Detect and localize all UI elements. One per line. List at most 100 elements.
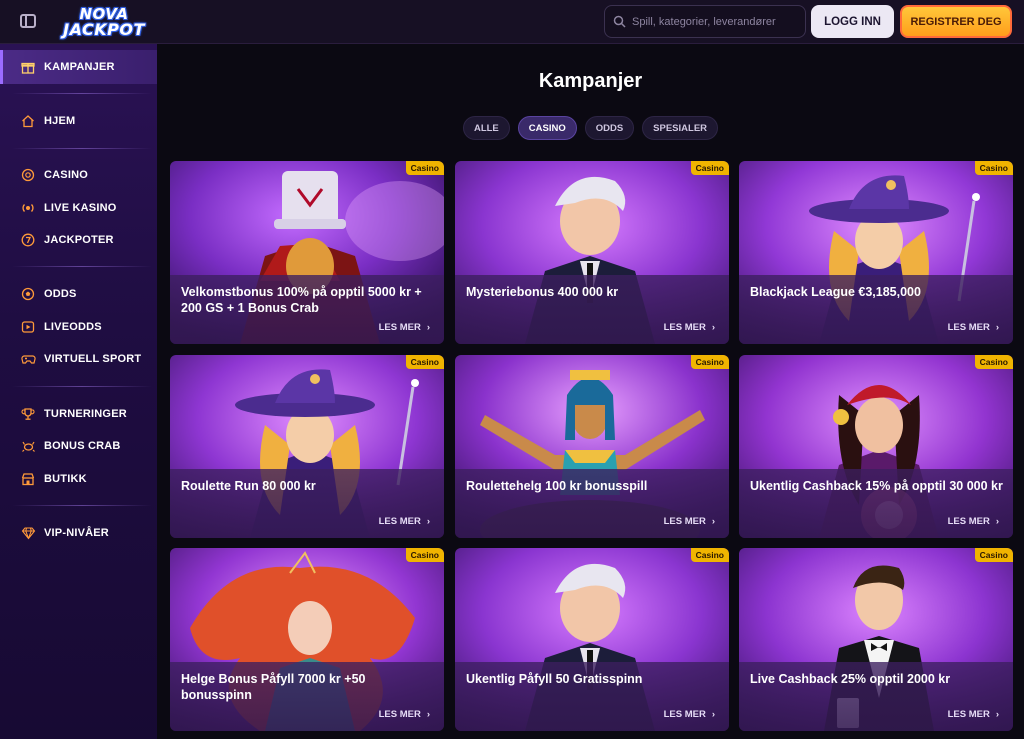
card-title: Velkomstbonus 100% på opptil 5000 kr + 2…	[181, 285, 422, 315]
sidebar-divider	[12, 148, 152, 149]
sidebar-item-turneringer[interactable]: TURNERINGER	[0, 397, 157, 431]
card-title: Live Cashback 25% opptil 2000 kr	[750, 672, 951, 686]
card-title: Ukentlig Cashback 15% på opptil 30 000 k…	[750, 479, 1003, 493]
read-more-link[interactable]: LES MER ›	[379, 322, 430, 333]
gift-icon	[20, 59, 36, 75]
read-more-label: LES MER	[378, 709, 421, 720]
logo[interactable]: NOVA JACKPOT	[58, 4, 150, 40]
sidebar-divider	[12, 505, 152, 506]
promo-card[interactable]: Casino Blackjack League €3,185,000 LES M…	[739, 161, 1013, 344]
filter-chip-spesialer[interactable]: SPESIALER	[642, 116, 719, 140]
category-badge: Casino	[690, 355, 729, 369]
search-icon	[613, 15, 626, 28]
category-badge: Casino	[690, 161, 729, 175]
read-more-link[interactable]: LES MER ›	[948, 516, 999, 527]
read-more-link[interactable]: LES MER ›	[664, 322, 715, 333]
shop-icon	[20, 471, 36, 487]
sidebar-item-liveodds[interactable]: LIVEODDS	[0, 310, 157, 344]
chevron-right-icon: ›	[995, 709, 999, 720]
read-more-label: LES MER	[663, 709, 706, 720]
chevron-right-icon: ›	[711, 322, 715, 333]
read-more-label: LES MER	[663, 322, 706, 333]
sidebar-item-vip-nivaer[interactable]: VIP-NIVÅER	[0, 516, 157, 550]
chevron-right-icon: ›	[426, 322, 430, 333]
sidebar-item-odds[interactable]: ODDS	[0, 277, 157, 311]
read-more-link[interactable]: LES MER ›	[379, 516, 430, 527]
football-icon	[20, 286, 36, 302]
main-content: Kampanjer ALLE CASINO ODDS SPESIALER Cas…	[157, 44, 1024, 739]
casino-chip-icon	[20, 167, 36, 183]
chevron-right-icon: ›	[711, 709, 715, 720]
sidebar-item-label: HJEM	[44, 115, 76, 127]
sidebar-item-casino[interactable]: CASINO	[0, 158, 157, 192]
live-icon	[20, 200, 36, 216]
sidebar: KAMPANJER HJEM CASINO LIVE KASINO JACKPO…	[0, 44, 157, 739]
promo-card[interactable]: Casino Velkomstbonus 100% på opptil 5000…	[170, 161, 444, 344]
search-input[interactable]	[632, 15, 802, 28]
read-more-label: LES MER	[378, 516, 421, 527]
sidebar-item-jackpoter[interactable]: JACKPOTER	[0, 223, 157, 257]
register-button[interactable]: REGISTRER DEG	[900, 5, 1012, 38]
read-more-label: LES MER	[378, 322, 421, 333]
filter-bar: ALLE CASINO ODDS SPESIALER	[157, 116, 1024, 140]
category-badge: Casino	[974, 548, 1013, 562]
sidebar-item-kampanjer[interactable]: KAMPANJER	[0, 50, 157, 84]
login-button[interactable]: LOGG INN	[811, 5, 894, 38]
read-more-label: LES MER	[947, 322, 990, 333]
chevron-right-icon: ›	[711, 516, 715, 527]
chevron-right-icon: ›	[426, 709, 430, 720]
category-badge: Casino	[405, 548, 444, 562]
card-title: Ukentlig Påfyll 50 Gratisspinn	[466, 672, 643, 686]
promo-card[interactable]: Casino Ukentlig Påfyll 50 Gratisspinn LE…	[455, 548, 729, 731]
promo-card[interactable]: Casino Roulette Run 80 000 kr LES MER ›	[170, 355, 444, 538]
category-badge: Casino	[690, 548, 729, 562]
read-more-link[interactable]: LES MER ›	[948, 322, 999, 333]
filter-chip-alle[interactable]: ALLE	[462, 116, 510, 140]
sidebar-item-label: LIVEODDS	[44, 321, 102, 333]
page-title: Kampanjer	[538, 70, 643, 92]
read-more-link[interactable]: LES MER ›	[379, 709, 430, 720]
promo-card[interactable]: Casino Helge Bonus Påfyll 7000 kr +50 bo…	[170, 548, 444, 731]
read-more-link[interactable]: LES MER ›	[664, 516, 715, 527]
search-box[interactable]	[604, 5, 806, 38]
card-title: Helge Bonus Påfyll 7000 kr +50 bonusspin…	[181, 672, 366, 702]
sidebar-item-label: VIRTUELL SPORT	[44, 353, 142, 365]
sidebar-item-label: BUTIKK	[44, 473, 87, 485]
chevron-right-icon: ›	[426, 516, 430, 527]
sidebar-item-label: JACKPOTER	[44, 234, 114, 246]
read-more-link[interactable]: LES MER ›	[948, 709, 999, 720]
sidebar-item-label: KAMPANJER	[44, 61, 115, 73]
sidebar-divider	[12, 266, 152, 267]
logo-line-2: JACKPOT	[63, 19, 145, 39]
filter-chip-odds[interactable]: ODDS	[584, 116, 635, 140]
promo-card[interactable]: Casino Roulettehelg 100 kr bonusspill LE…	[455, 355, 729, 538]
sidebar-item-bonus-crab[interactable]: BONUS CRAB	[0, 429, 157, 463]
sidebar-item-virtuell-sport[interactable]: VIRTUELL SPORT	[0, 342, 157, 376]
sidebar-item-label: VIP-NIVÅER	[44, 527, 109, 539]
category-badge: Casino	[405, 161, 444, 175]
sidebar-item-label: CASINO	[44, 169, 88, 181]
promo-card[interactable]: Casino Live Cashback 25% opptil 2000 kr …	[739, 548, 1013, 731]
read-more-label: LES MER	[947, 516, 990, 527]
sidebar-item-label: ODDS	[44, 288, 77, 300]
read-more-label: LES MER	[947, 709, 990, 720]
sidebar-item-hjem[interactable]: HJEM	[0, 104, 157, 138]
promo-card[interactable]: Casino Ukentlig Cashback 15% på opptil 3…	[739, 355, 1013, 538]
chevron-right-icon: ›	[995, 516, 999, 527]
gamepad-icon	[20, 351, 36, 367]
sidebar-item-label: LIVE KASINO	[44, 202, 117, 214]
filter-chip-casino[interactable]: CASINO	[517, 116, 577, 140]
read-more-link[interactable]: LES MER ›	[664, 709, 715, 720]
play-box-icon	[20, 319, 36, 335]
sidebar-item-live-kasino[interactable]: LIVE KASINO	[0, 191, 157, 225]
chevron-right-icon: ›	[995, 322, 999, 333]
seven-icon	[20, 232, 36, 248]
sidebar-item-butikk[interactable]: BUTIKK	[0, 462, 157, 496]
category-badge: Casino	[405, 355, 444, 369]
card-title: Blackjack League €3,185,000	[750, 285, 921, 299]
sidebar-toggle-icon[interactable]	[20, 14, 36, 28]
read-more-label: LES MER	[663, 516, 706, 527]
promo-card[interactable]: Casino Mysteriebonus 400 000 kr LES MER …	[455, 161, 729, 344]
card-title: Mysteriebonus 400 000 kr	[466, 285, 619, 299]
trophy-icon	[20, 406, 36, 422]
